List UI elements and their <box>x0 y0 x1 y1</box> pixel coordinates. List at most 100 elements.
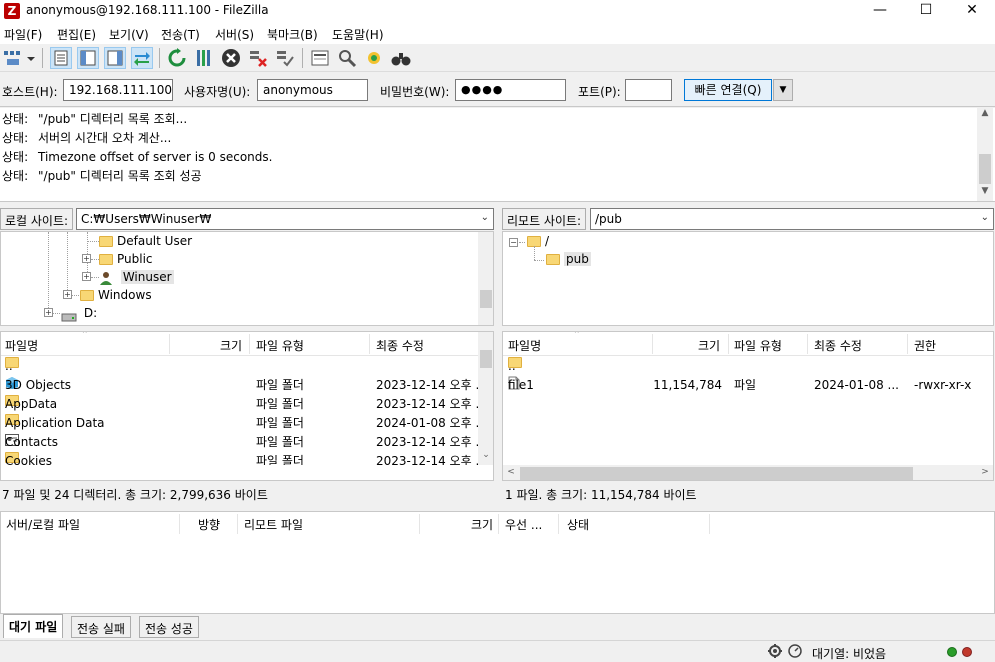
tab-successful-transfers[interactable]: 전송 성공 <box>139 616 199 638</box>
log-line: 상태: Timezone offset of server is 0 second… <box>2 150 273 164</box>
log-scrollbar[interactable]: ▲ ▼ <box>977 108 993 201</box>
toggle-remote-tree-icon[interactable] <box>104 47 126 69</box>
table-row[interactable]: Application Data 파일 폴더 2024-01-08 오후 ... <box>1 414 487 433</box>
window-title: anonymous@192.168.111.100 - FileZilla <box>26 3 269 17</box>
transfer-queue: 서버/로컬 파일 방향 리모트 파일 크기 우선 ... 상태 <box>0 511 995 614</box>
port-input[interactable] <box>625 79 672 101</box>
cancel-operation-icon[interactable] <box>220 47 242 69</box>
chevron-down-icon[interactable]: ⌄ <box>981 212 989 223</box>
local-list-scrollbar[interactable]: ⌄ <box>478 332 493 465</box>
toggle-log-icon[interactable] <box>50 47 72 69</box>
status-bar: 대기열: 비었음 <box>0 640 995 661</box>
table-row[interactable]: 3D Objects 파일 폴더 2023-12-14 오후 ... <box>1 376 487 395</box>
password-input[interactable]: ●●●● <box>455 79 566 101</box>
table-row[interactable]: .. <box>1 357 479 376</box>
host-input[interactable]: 192.168.111.100 <box>63 79 173 101</box>
sync-browsing-icon[interactable] <box>363 47 385 69</box>
tree-item-root[interactable]: / <box>527 232 549 250</box>
scroll-left-icon[interactable]: < <box>503 467 519 477</box>
site-manager-dropdown-icon[interactable] <box>24 47 38 69</box>
column-header-permissions[interactable]: 권한 <box>914 337 936 354</box>
tree-item-pub[interactable]: pub <box>546 250 591 268</box>
user-icon <box>99 271 113 285</box>
menu-bookmarks[interactable]: 북마크(B) <box>267 26 318 43</box>
column-header-size[interactable]: 크기 <box>471 516 493 533</box>
menu-help[interactable]: 도움말(H) <box>332 26 384 43</box>
scroll-down-icon[interactable]: ▼ <box>977 186 993 196</box>
menu-transfer[interactable]: 전송(T) <box>161 26 200 43</box>
menu-view[interactable]: 보기(V) <box>109 26 149 43</box>
username-input[interactable]: anonymous <box>257 79 368 101</box>
filezilla-app-icon: Z <box>4 3 20 19</box>
local-path-combo[interactable]: C:₩Users₩Winuser₩ ⌄ <box>76 208 494 230</box>
activity-led-red-icon <box>962 647 972 657</box>
column-header-direction[interactable]: 방향 <box>198 516 220 533</box>
collapse-icon[interactable]: − <box>509 238 518 247</box>
column-header-name[interactable]: 파일명 <box>508 337 541 354</box>
tree-item-drive-d[interactable]: D: <box>61 304 97 322</box>
column-header-type[interactable]: 파일 유형 <box>734 337 782 354</box>
expand-icon[interactable]: + <box>82 254 91 263</box>
column-header-server-local-file[interactable]: 서버/로컬 파일 <box>6 516 80 533</box>
local-file-list-header: 파일명 ⌃ 크기 파일 유형 최종 수정 <box>1 332 479 356</box>
remote-site-bar: 리모트 사이트: /pub ⌄ <box>502 208 994 230</box>
tree-item-windows[interactable]: Windows <box>80 286 152 304</box>
column-header-priority[interactable]: 우선 ... <box>505 516 542 533</box>
expand-icon[interactable]: + <box>82 272 91 281</box>
binoculars-icon[interactable] <box>390 47 412 69</box>
directory-listing-filter-icon[interactable] <box>309 47 331 69</box>
column-header-size[interactable]: 크기 <box>698 337 720 354</box>
maximize-button[interactable]: ☐ <box>903 0 949 22</box>
menu-edit[interactable]: 편집(E) <box>57 26 96 43</box>
toggle-local-tree-icon[interactable] <box>77 47 99 69</box>
expand-icon[interactable]: + <box>63 290 72 299</box>
local-status: 7 파일 및 24 디렉터리. 총 크기: 2,799,636 바이트 <box>2 482 494 504</box>
column-header-remote-file[interactable]: 리모트 파일 <box>244 516 303 533</box>
table-row[interactable]: file1 11,154,784 파일 2024-01-08 ... -rwxr… <box>503 376 993 395</box>
scroll-right-icon[interactable]: > <box>977 467 993 477</box>
column-header-size[interactable]: 크기 <box>220 337 242 354</box>
search-icon[interactable] <box>336 47 358 69</box>
remote-path-combo[interactable]: /pub ⌄ <box>590 208 994 230</box>
menu-server[interactable]: 서버(S) <box>215 26 254 43</box>
local-tree-scrollbar[interactable] <box>478 232 493 325</box>
column-header-modified[interactable]: 최종 수정 <box>376 337 424 354</box>
tab-queued-files[interactable]: 대기 파일 <box>3 614 64 638</box>
port-label: 포트(P): <box>578 85 621 99</box>
table-row[interactable]: .. <box>503 357 993 376</box>
close-button[interactable]: ✕ <box>949 0 995 22</box>
folder-icon <box>546 254 560 265</box>
remote-list-hscrollbar[interactable]: < > <box>503 465 993 480</box>
tree-item-default-user[interactable]: Default User <box>99 232 192 250</box>
tree-item-public[interactable]: Public <box>99 250 153 268</box>
toggle-queue-icon[interactable] <box>131 47 153 69</box>
chevron-down-icon[interactable]: ⌄ <box>481 212 489 223</box>
speed-limit-icon[interactable] <box>787 643 803 662</box>
table-row[interactable]: AppData 파일 폴더 2023-12-14 오후 ... <box>1 395 487 414</box>
tree-item-winuser[interactable]: Winuser <box>99 268 174 286</box>
refresh-icon[interactable] <box>166 47 188 69</box>
menu-file[interactable]: 파일(F) <box>4 26 42 43</box>
reconnect-icon[interactable] <box>274 47 296 69</box>
quickconnect-button[interactable]: 빠른 연결(Q) <box>684 79 772 101</box>
process-queue-icon[interactable] <box>193 47 215 69</box>
host-label: 호스트(H): <box>2 85 58 99</box>
scroll-down-icon[interactable]: ⌄ <box>478 450 493 460</box>
disconnect-icon[interactable] <box>247 47 269 69</box>
column-header-status[interactable]: 상태 <box>567 516 589 533</box>
site-manager-icon[interactable] <box>2 47 24 69</box>
table-row[interactable]: Cookies 파일 폴더 2023-12-14 오후 ... <box>1 452 479 465</box>
password-label: 비밀번호(W): <box>380 85 450 99</box>
column-header-type[interactable]: 파일 유형 <box>256 337 304 354</box>
scroll-up-icon[interactable]: ▲ <box>977 108 993 118</box>
settings-gear-icon[interactable] <box>767 643 783 662</box>
tab-failed-transfers[interactable]: 전송 실패 <box>71 616 131 638</box>
minimize-button[interactable]: — <box>857 0 903 22</box>
column-header-modified[interactable]: 최종 수정 <box>814 337 862 354</box>
quickconnect-dropdown-icon[interactable]: ▼ <box>773 79 793 101</box>
table-row[interactable]: Contacts 파일 폴더 2023-12-14 오후 ... <box>1 433 487 452</box>
column-header-name[interactable]: 파일명 <box>5 337 38 354</box>
log-line: 상태: 서버의 시간대 오차 계산... <box>2 131 172 145</box>
folder-icon <box>99 236 113 247</box>
expand-icon[interactable]: + <box>44 308 53 317</box>
